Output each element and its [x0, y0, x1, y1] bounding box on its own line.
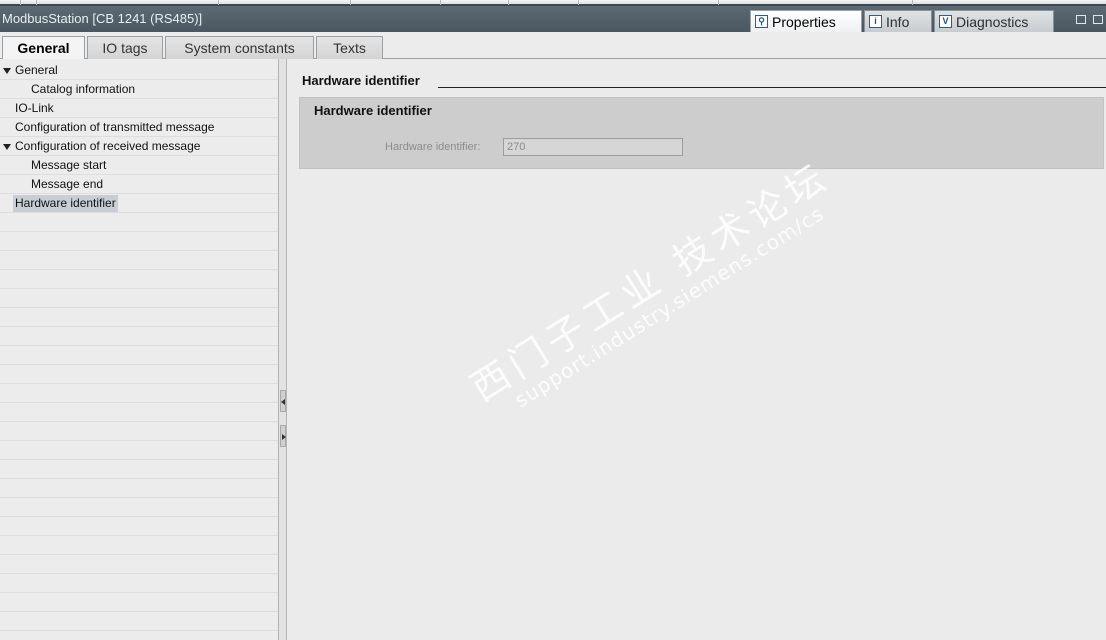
empty-row [0, 308, 278, 327]
tab-info[interactable]: i Info [864, 10, 932, 32]
empty-row [0, 441, 278, 460]
hardware-identifier-panel: Hardware identifier Hardware identifier: [299, 97, 1104, 169]
empty-row [0, 479, 278, 498]
empty-row [0, 403, 278, 422]
tree-item-message-end[interactable]: Message end [29, 176, 105, 193]
tab-io-tags[interactable]: IO tags [87, 36, 163, 59]
empty-row [0, 384, 278, 403]
expand-right-button[interactable] [280, 425, 286, 447]
tree-row[interactable]: Message start [0, 156, 278, 175]
tree-row[interactable]: Hardware identifier [0, 194, 278, 213]
tree-item-message-start[interactable]: Message start [29, 157, 108, 174]
empty-row [0, 251, 278, 270]
tab-properties[interactable]: ⚲ Properties [750, 10, 862, 32]
empty-row [0, 460, 278, 479]
tree-item-catalog-information[interactable]: Catalog information [29, 81, 137, 98]
tree-row[interactable]: Configuration of transmitted message [0, 118, 278, 137]
minimize-panel-icon[interactable] [1093, 15, 1103, 24]
empty-row [0, 232, 278, 251]
section-divider [438, 87, 1106, 88]
strip-divider [20, 0, 21, 5]
strip-divider [218, 0, 219, 5]
tab-info-label: Info [886, 14, 910, 30]
arrow-right-icon [282, 434, 286, 440]
empty-row [0, 555, 278, 574]
tab-properties-label: Properties [772, 14, 836, 30]
tab-general[interactable]: General [2, 36, 85, 60]
expand-arrow-icon[interactable] [3, 68, 11, 74]
section-heading: Hardware identifier [302, 73, 420, 88]
tab-diagnostics-label: Diagnostics [956, 14, 1029, 30]
properties-content: Hardware identifier Hardware identifier … [287, 59, 1106, 640]
strip-divider [912, 0, 913, 5]
tab-texts[interactable]: Texts [316, 36, 383, 59]
panel-title: Hardware identifier [314, 103, 432, 118]
tree-row[interactable]: IO-Link [0, 99, 278, 118]
window-title: ModbusStation [CB 1241 (RS485)] [2, 11, 203, 26]
properties-tabs: General IO tags System constants Texts [0, 32, 1106, 60]
empty-row [0, 327, 278, 346]
tree-item-io-link[interactable]: IO-Link [13, 100, 56, 117]
empty-row [0, 536, 278, 555]
tree-item-hardware-identifier[interactable]: Hardware identifier [13, 195, 118, 212]
strip-divider [350, 0, 351, 5]
empty-row [0, 517, 278, 536]
empty-row [0, 270, 278, 289]
collapse-left-button[interactable] [280, 390, 286, 412]
tree-row[interactable]: Message end [0, 175, 278, 194]
tree-item-general[interactable]: General [13, 62, 60, 79]
tree-item-received-message[interactable]: Configuration of received message [13, 138, 202, 155]
strip-divider [508, 0, 509, 5]
float-window-icon[interactable] [1076, 15, 1086, 24]
strip-divider [440, 0, 441, 5]
strip-divider [578, 0, 579, 5]
panel-splitter[interactable] [278, 59, 287, 640]
empty-row [0, 612, 278, 631]
strip-divider [718, 0, 719, 5]
empty-row [0, 593, 278, 612]
empty-row [0, 498, 278, 517]
info-icon: i [869, 15, 882, 28]
strip-divider [36, 0, 37, 5]
tab-diagnostics[interactable]: V Diagnostics [934, 10, 1054, 32]
arrow-left-icon [281, 399, 285, 405]
tree-item-transmitted-message[interactable]: Configuration of transmitted message [13, 119, 216, 136]
empty-row [0, 346, 278, 365]
tree-row[interactable]: Catalog information [0, 80, 278, 99]
expand-arrow-icon[interactable] [3, 144, 11, 150]
empty-row [0, 213, 278, 232]
navigation-tree: General Catalog information IO-Link Conf… [0, 59, 278, 640]
empty-row [0, 422, 278, 441]
hardware-identifier-field [503, 138, 683, 156]
tree-row[interactable]: General [0, 61, 278, 80]
empty-row [0, 289, 278, 308]
tab-system-constants[interactable]: System constants [165, 36, 314, 59]
properties-icon: ⚲ [755, 15, 768, 28]
hardware-identifier-label: Hardware identifier: [385, 141, 481, 153]
empty-row [0, 574, 278, 593]
tree-row[interactable]: Configuration of received message [0, 137, 278, 156]
diagnostics-icon: V [939, 15, 952, 28]
empty-row [0, 365, 278, 384]
inspector-title-bar: ModbusStation [CB 1241 (RS485)] ⚲ Proper… [0, 6, 1106, 32]
